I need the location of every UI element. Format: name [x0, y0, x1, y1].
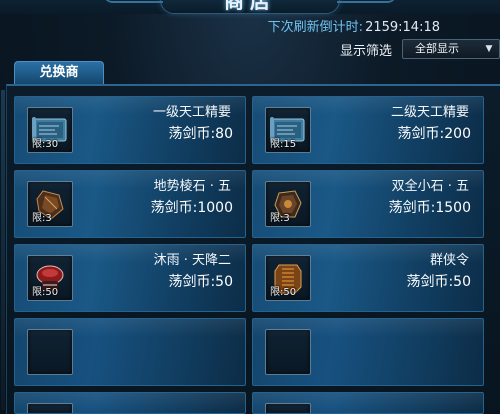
item-price: 荡剑币:80: [168, 126, 233, 142]
item-name: 双全小石 · 五: [391, 179, 469, 194]
refresh-countdown-label: 下次刷新倒计时:: [267, 20, 364, 35]
item-slot[interactable]: 限:30: [27, 107, 73, 153]
shop-item-card[interactable]: 限:30 一级天工精要 荡剑币:80: [14, 96, 246, 164]
shop-item-card[interactable]: 限:50 沐雨 · 天降二 荡剑币:50: [14, 244, 246, 312]
item-price: 荡剑币:200: [397, 126, 471, 142]
shop-item-card[interactable]: 限:3 双全小石 · 五 荡剑币:1500: [252, 170, 484, 238]
item-limit: 限:50: [32, 287, 59, 298]
empty-item-slot: [27, 403, 73, 413]
refresh-countdown: 下次刷新倒计时: 2159:14:18: [268, 16, 440, 35]
item-name: 群侠令: [429, 253, 469, 268]
item-limit: 限:3: [32, 213, 52, 224]
item-slot[interactable]: 限:3: [27, 181, 73, 227]
item-slot[interactable]: 限:15: [265, 107, 311, 153]
empty-item-card: [14, 318, 246, 386]
tab-exchange-merchant[interactable]: 兑换商: [14, 61, 104, 85]
title-plate: 商店: [103, 0, 397, 14]
filter-label: 显示筛选: [340, 43, 393, 59]
empty-item-slot: [265, 329, 311, 375]
empty-item-card: [14, 392, 246, 414]
item-slot[interactable]: 限:50: [27, 255, 73, 301]
tab-label: 兑换商: [39, 65, 79, 80]
item-name: 地势棱石 · 五: [153, 179, 231, 194]
shop-item-card[interactable]: 限:3 地势棱石 · 五 荡剑币:1000: [14, 170, 246, 238]
item-name: 一级天工精要: [152, 105, 231, 120]
item-limit: 限:15: [270, 139, 297, 150]
item-limit: 限:50: [270, 287, 297, 298]
item-price: 荡剑币:50: [406, 274, 471, 290]
filter-selected-value: 全部显示: [415, 42, 459, 55]
empty-item-slot: [265, 403, 311, 413]
filter-row: 显示筛选 全部显示 ▼: [340, 38, 500, 60]
refresh-countdown-value: 2159:14:18: [365, 20, 440, 35]
item-limit: 限:30: [32, 139, 59, 150]
item-slot[interactable]: 限:50: [265, 255, 311, 301]
item-price: 荡剑币:1000: [150, 200, 233, 216]
empty-item-slot: [27, 329, 73, 375]
shop-item-card[interactable]: 限:15 二级天工精要 荡剑币:200: [252, 96, 484, 164]
chevron-down-icon: ▼: [485, 44, 493, 54]
empty-item-card: [252, 318, 484, 386]
empty-item-card: [252, 392, 484, 414]
filter-dropdown[interactable]: 全部显示 ▼: [402, 39, 500, 59]
shop-window: 商店 下次刷新倒计时: 2159:14:18 显示筛选 全部显示 ▼ 兑换商 限:…: [0, 0, 500, 414]
item-price: 荡剑币:1500: [388, 200, 471, 216]
shop-title: 商店: [224, 0, 276, 13]
item-name: 二级天工精要: [390, 105, 469, 120]
shop-item-card[interactable]: 限:50 群侠令 荡剑币:50: [252, 244, 484, 312]
item-limit: 限:3: [270, 213, 290, 224]
item-price: 荡剑币:50: [168, 274, 233, 290]
item-name: 沐雨 · 天降二: [153, 253, 231, 268]
item-slot[interactable]: 限:3: [265, 181, 311, 227]
